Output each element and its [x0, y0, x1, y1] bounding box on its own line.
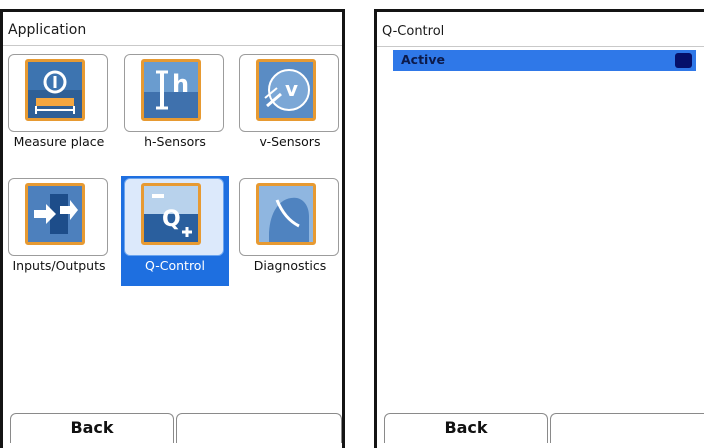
- inputs-outputs-icon: [25, 183, 85, 245]
- tile-label: v-Sensors: [259, 134, 321, 149]
- right-softkey[interactable]: [176, 413, 342, 443]
- application-panel: Application Measure place h h-Sensors v …: [0, 9, 345, 448]
- application-tile-grid: Measure place h h-Sensors v v-Sensors In…: [3, 52, 342, 292]
- tile-q-control[interactable]: Q Q-Control: [121, 176, 229, 286]
- tile-label: Inputs/Outputs: [12, 258, 106, 273]
- list-item-label: Active: [401, 52, 445, 67]
- v-sensor-icon: v: [256, 59, 316, 121]
- list-item-active[interactable]: Active: [393, 50, 696, 71]
- tile-measure-place[interactable]: Measure place: [5, 52, 113, 162]
- q-control-icon: Q: [141, 183, 201, 245]
- tile-diagnostics[interactable]: Diagnostics: [236, 176, 342, 286]
- q-control-panel: Q-Control Active: [374, 9, 704, 448]
- tile-h-sensors[interactable]: h h-Sensors: [121, 52, 229, 162]
- tile-label: Diagnostics: [253, 258, 327, 273]
- diagnostics-icon: [256, 183, 316, 245]
- back-button[interactable]: Back: [384, 413, 548, 443]
- tile-inputs-outputs[interactable]: Inputs/Outputs: [5, 176, 113, 286]
- tile-label: h-Sensors: [144, 134, 206, 149]
- h-sensor-icon: h: [141, 59, 201, 121]
- back-button[interactable]: Back: [10, 413, 174, 443]
- measure-place-icon: [25, 59, 85, 121]
- svg-text:Q: Q: [162, 207, 181, 232]
- tile-label: Measure place: [13, 134, 105, 149]
- title-divider: [377, 46, 704, 47]
- tile-label: Q-Control: [145, 258, 205, 273]
- panel-title: Q-Control: [382, 24, 445, 39]
- svg-text:h: h: [172, 70, 189, 98]
- tile-v-sensors[interactable]: v v-Sensors: [236, 52, 342, 162]
- panel-title: Application: [8, 22, 87, 38]
- active-checkbox[interactable]: [675, 53, 692, 68]
- right-softkey[interactable]: [550, 413, 704, 443]
- title-divider: [3, 45, 342, 46]
- svg-text:v: v: [285, 77, 298, 101]
